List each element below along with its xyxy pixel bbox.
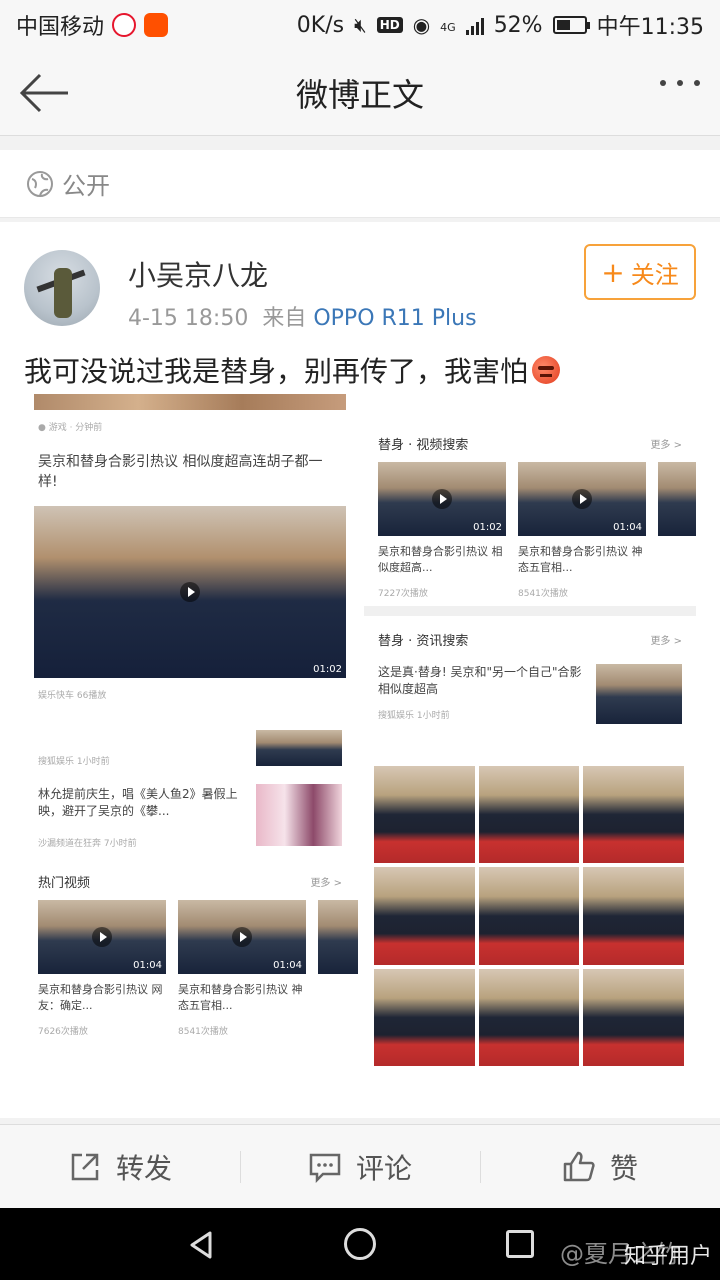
news-title: 这是真·替身! 吴京和"另一个自己"合影相似度超高 [378, 665, 582, 697]
hot-video-thumb-partial [318, 900, 358, 974]
video-title: 吴京和替身合影引热议 神态五官相... [518, 545, 643, 574]
action-bar: 转发 评论 赞 [0, 1124, 720, 1208]
article-source: 娱乐快车 66播放 [38, 691, 107, 701]
meme-cell [583, 968, 684, 1066]
meme-cell [583, 766, 684, 864]
hot-video-thumb: 01:04 [38, 900, 166, 974]
screenshot-article-panel: ● 游戏 · 分钟前 吴京和替身合影引热议 相似度超高连胡子都一样! 01:02… [34, 394, 346, 714]
like-icon [563, 1151, 595, 1181]
news-section-title: 替身 · 资讯搜索 [378, 634, 469, 649]
meme-cell [478, 867, 580, 965]
plus-icon: + [601, 255, 625, 289]
system-home-icon[interactable] [344, 1228, 376, 1260]
visibility-row: 公开 [0, 150, 720, 218]
post-meta: 4-15 18:50 来自 OPPO R11 Plus [128, 300, 477, 332]
mute-icon: 🔇︎ [354, 13, 367, 37]
hot-section-title: 热门视频 [38, 876, 91, 891]
comment-icon [309, 1153, 341, 1183]
battery-icon [552, 16, 590, 34]
video-views: 8541次播放 [518, 589, 568, 599]
screenshot-search-panel: 替身 · 视频搜索 更多 > 01:02 01:04 吴京和替身合影引热议 相似… [364, 394, 696, 726]
news-more-link: 更多 > [650, 636, 682, 647]
meme-cell [374, 867, 475, 965]
globe-icon [27, 170, 53, 197]
panel-header-muted: ● 游戏 · 分钟前 [38, 423, 103, 433]
back-arrow-icon[interactable] [18, 72, 70, 114]
hd-badge: HD [376, 17, 403, 33]
username[interactable]: 小吴京八龙 [128, 254, 268, 294]
meme-grid [374, 766, 684, 1066]
source-prefix: 来自 [262, 306, 307, 331]
visibility-label: 公开 [62, 172, 110, 200]
meme-cell [478, 968, 580, 1066]
network-type: 4G [440, 21, 456, 34]
like-label: 赞 [609, 1151, 638, 1185]
eye-icon: ◉ [412, 13, 431, 37]
page-title: 微博正文 [295, 75, 424, 114]
video-section-title: 替身 · 视频搜索 [378, 438, 469, 453]
post-device[interactable]: OPPO R11 Plus [313, 306, 476, 331]
network-speed: 0K/s [296, 12, 345, 38]
hot-video-title: 吴京和替身合影引热议 神态五官相... [178, 983, 303, 1012]
weibo-post: 小吴京八龙 4-15 18:50 来自 OPPO R11 Plus + 关注 我… [0, 222, 720, 1118]
clock: 中午11:35 [596, 15, 704, 40]
hot-more-link: 更多 > [310, 878, 342, 889]
avatar[interactable] [24, 250, 100, 326]
video-thumb: 01:04 [518, 462, 646, 536]
meme-cell [374, 766, 475, 864]
carrier-label: 中国移动 [16, 15, 105, 40]
taobao-notification-icon [144, 13, 169, 37]
more-options-icon[interactable] [660, 80, 700, 86]
hot-video-views: 8541次播放 [178, 1027, 228, 1037]
system-back-icon[interactable] [186, 1230, 216, 1260]
share-button[interactable]: 转发 [0, 1125, 240, 1208]
news2-thumb [256, 730, 342, 766]
screenshot-hot-panel: 搜狐娱乐 1小时前 林允提前庆生，唱《美人鱼2》暑假上映，避开了吴京的《攀...… [28, 730, 358, 1070]
share-icon [71, 1153, 99, 1180]
post-text: 我可没说过我是替身，别再传了，我害怕 [24, 350, 561, 390]
video-thumb-partial [658, 462, 696, 536]
system-recents-icon[interactable] [506, 1230, 534, 1258]
comment-button[interactable]: 评论 [240, 1125, 480, 1208]
video-thumb: 01:02 [378, 462, 506, 536]
follow-label: 关注 [630, 260, 679, 289]
status-bar: 中国移动 0K/s 🔇︎ HD ◉ 4G 52% 中午11:35 [0, 0, 720, 50]
weibo-notification-icon [112, 13, 137, 37]
meme-cell [478, 766, 580, 864]
comment-label: 评论 [355, 1151, 412, 1185]
hot-video-thumb: 01:04 [178, 900, 306, 974]
news-thumb [596, 664, 682, 724]
video-title: 吴京和替身合影引热议 相似度超高... [378, 545, 503, 574]
angry-emoji-icon [532, 356, 561, 384]
weibo-watermark: @夏月之竹 [560, 1240, 680, 1268]
post-body: 我可没说过我是替身，别再传了，我害怕 [24, 355, 529, 388]
post-time: 4-15 18:50 [128, 306, 249, 331]
share-label: 转发 [115, 1151, 172, 1185]
news3-source: 沙漏频道在狂奔 7小时前 [38, 839, 137, 849]
nav-bar: 微博正文 [0, 50, 720, 136]
like-button[interactable]: 赞 [480, 1125, 720, 1208]
video-views: 7227次播放 [378, 589, 428, 599]
news3-title: 林允提前庆生，唱《美人鱼2》暑假上映，避开了吴京的《攀... [38, 787, 238, 819]
meme-cell [374, 968, 475, 1066]
meme-cell [583, 867, 684, 965]
battery-percent: 52% [493, 12, 543, 38]
hot-video-views: 7626次播放 [38, 1027, 88, 1037]
news2-source: 搜狐娱乐 1小时前 [38, 757, 110, 767]
article-photo: 01:02 [34, 506, 346, 678]
hot-video-title: 吴京和替身合影引热议 网友：确定... [38, 983, 163, 1012]
article-title: 吴京和替身合影引热议 相似度超高连胡子都一样! [38, 454, 323, 491]
video-more-link: 更多 > [650, 440, 682, 451]
news-source: 搜狐娱乐 1小时前 [378, 711, 450, 721]
post-image[interactable]: ● 游戏 · 分钟前 吴京和替身合影引热议 相似度超高连胡子都一样! 01:02… [28, 394, 696, 1070]
signal-icon [465, 15, 484, 35]
follow-button[interactable]: + 关注 [584, 244, 696, 300]
news3-thumb [256, 784, 342, 846]
